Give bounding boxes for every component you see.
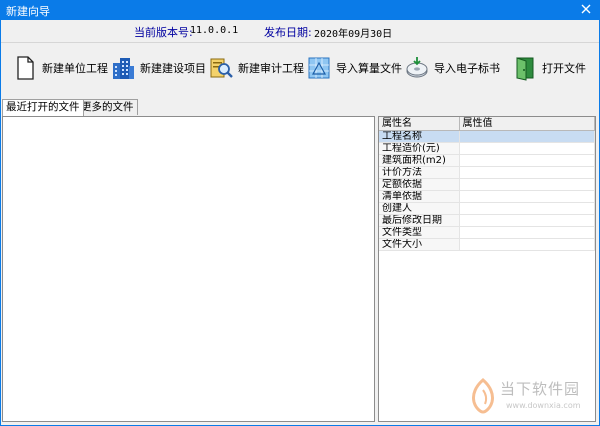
tab-more-files[interactable]: 更多的文件 [77, 99, 138, 115]
property-value [459, 166, 595, 179]
blueprint-import-icon [308, 57, 330, 79]
audit-magnifier-icon [210, 58, 233, 78]
release-date-value: 2020年09月30日 [314, 29, 393, 40]
table-row[interactable]: 工程造价(元) [379, 142, 595, 155]
property-value [459, 226, 595, 239]
property-name: 文件类型 [379, 226, 460, 239]
table-row[interactable]: 文件大小 [379, 238, 595, 251]
property-name: 建筑面积(m2) [379, 154, 460, 167]
new-construction-project-label: 新建建设项目 [140, 62, 206, 75]
property-value [459, 178, 595, 191]
property-name-header: 属性名 [379, 117, 460, 131]
table-row[interactable]: 定额依据 [379, 178, 595, 191]
import-quantity-file-button[interactable]: 导入算量文件 [306, 50, 402, 86]
watermark-name: 当下软件园 [500, 380, 581, 398]
import-quantity-file-label: 导入算量文件 [336, 62, 402, 75]
property-value [459, 154, 595, 167]
open-file-label: 打开文件 [542, 62, 586, 75]
property-value [459, 202, 595, 215]
property-value [459, 214, 595, 227]
property-name: 文件大小 [379, 238, 460, 251]
version-value: 11.0.0.1 [190, 25, 239, 36]
table-row[interactable]: 计价方法 [379, 166, 595, 179]
new-unit-project-button[interactable]: 新建单位工程 [12, 50, 108, 86]
new-audit-project-label: 新建审计工程 [238, 62, 304, 75]
recent-file-list[interactable] [2, 116, 375, 422]
property-name: 工程名称 [379, 130, 460, 143]
table-row[interactable]: 文件类型 [379, 226, 595, 239]
table-row[interactable]: 创建人 [379, 202, 595, 215]
new-construction-project-button[interactable]: 新建建设项目 [110, 50, 206, 86]
property-name: 最后修改日期 [379, 214, 460, 227]
open-file-button[interactable]: 打开文件 [512, 50, 586, 86]
import-electronic-bid-button[interactable]: 导入电子标书 [404, 50, 500, 86]
version-info-bar: 当前版本号: 11.0.0.1 发布日期: 2020年09月30日 [0, 24, 600, 40]
site-watermark: 当下软件园 www.downxia.com [468, 376, 588, 416]
import-electronic-bid-label: 导入电子标书 [434, 62, 500, 75]
table-row[interactable]: 建筑面积(m2) [379, 154, 595, 167]
property-value [459, 130, 595, 143]
window-title: 新建向导 [6, 5, 50, 18]
watermark-url: www.downxia.com [506, 401, 581, 410]
table-row[interactable]: 最后修改日期 [379, 214, 595, 227]
title-bar: 新建向导 [0, 0, 600, 20]
property-value-header: 属性值 [459, 117, 595, 131]
blank-document-icon [17, 56, 34, 80]
version-label: 当前版本号: [134, 26, 193, 39]
toolbar-separator [1, 42, 599, 43]
table-row[interactable]: 工程名称 [379, 130, 595, 143]
close-icon[interactable] [578, 1, 594, 17]
building-icon [113, 58, 134, 79]
property-name: 计价方法 [379, 166, 460, 179]
watermark-logo-icon [472, 378, 494, 414]
property-name: 创建人 [379, 202, 460, 215]
property-value [459, 142, 595, 155]
new-unit-project-label: 新建单位工程 [42, 62, 108, 75]
open-door-icon [516, 57, 534, 81]
release-date-label: 发布日期: [264, 26, 312, 39]
disc-import-icon [406, 57, 428, 78]
property-value [459, 190, 595, 203]
toolbar: 新建单位工程 新建建设项目 新建审计工程 导入算量文件 导入电子标书 打开文件 [0, 50, 600, 88]
property-name: 清单依据 [379, 190, 460, 203]
tab-recent-files[interactable]: 最近打开的文件 [2, 99, 84, 116]
table-row[interactable]: 清单依据 [379, 190, 595, 203]
property-name: 工程造价(元) [379, 142, 460, 155]
property-value [459, 238, 595, 251]
new-audit-project-button[interactable]: 新建审计工程 [208, 50, 304, 86]
property-table: 属性名 属性值 工程名称 工程造价(元) 建筑面积(m2) 计价方法 定额依据 … [379, 117, 595, 251]
property-name: 定额依据 [379, 178, 460, 191]
